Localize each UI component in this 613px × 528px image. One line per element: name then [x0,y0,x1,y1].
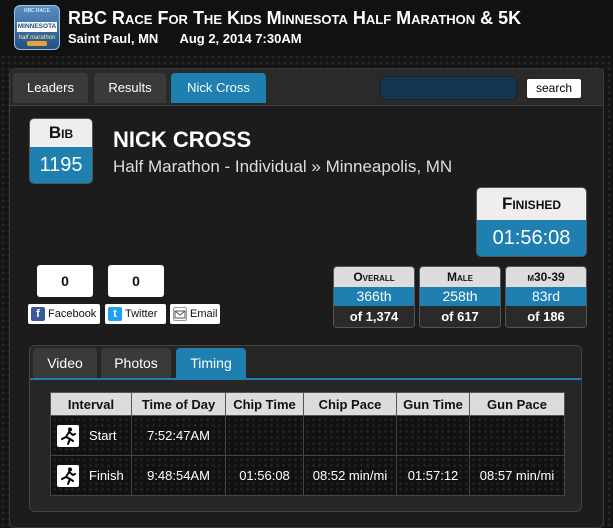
rank-age-group-total: of 186 [506,306,586,327]
rank-male-total: of 617 [420,306,500,327]
interval-label: Start [89,428,117,443]
timing-header-row: Interval Time of Day Chip Time Chip Pace… [50,392,565,416]
gun-time-cell [396,415,470,456]
finished-label: Finished [477,188,586,220]
interval-cell: Finish [50,455,132,496]
email-share-button[interactable]: Email [170,304,220,324]
search-input[interactable] [380,76,517,100]
bib-number: 1195 [30,147,92,183]
tab-leaders[interactable]: Leaders [13,73,88,103]
table-row: Finish 9:48:54AM 01:56:08 08:52 min/mi 0… [50,455,565,496]
facebook-share-label: Facebook [48,308,97,320]
tab-results[interactable]: Results [94,73,166,103]
twitter-icon: t [108,307,122,321]
rank-age-group-label: m30-39 [506,267,586,287]
finished-box: Finished 01:56:08 [476,187,587,257]
search-button[interactable]: search [527,79,581,98]
rank-age-group-place: 83rd [506,287,586,306]
chip-pace-cell: 08:52 min/mi [303,455,397,496]
facebook-icon: f [31,307,45,321]
tab-photos[interactable]: Photos [101,348,171,378]
rank-age-group: m30-39 83rd of 186 [505,266,587,328]
col-gun-pace: Gun Pace [469,392,565,416]
rank-overall-place: 366th [334,287,414,306]
logo-text-main: MINNESOTA [17,22,57,32]
runner-icon [57,464,79,487]
tab-video[interactable]: Video [33,348,97,378]
race-location: Saint Paul, MN [68,31,159,46]
chip-time-cell [225,415,304,456]
timing-table: Interval Time of Day Chip Time Chip Pace… [50,392,565,496]
athlete-name: NICK CROSS [113,127,252,152]
chip-time-cell: 01:56:08 [225,455,304,496]
email-icon [173,307,187,321]
rank-overall-label: Overall [334,267,414,287]
time-of-day-cell: 7:52:47AM [131,415,226,456]
col-interval: Interval [50,392,132,416]
col-chip-pace: Chip Pace [303,392,397,416]
tab-nick-cross[interactable]: Nick Cross [171,73,266,103]
interval-cell: Start [50,415,132,456]
interval-label: Finish [89,468,124,483]
gun-pace-cell: 08:57 min/mi [469,455,565,496]
runner-icon [57,424,79,447]
rank-overall: Overall 366th of 1,374 [333,266,415,328]
logo-text-top: RBC RACE [24,8,50,14]
col-time-of-day: Time of Day [131,392,226,416]
rank-overall-total: of 1,374 [334,306,414,327]
bib-box: Bib 1195 [29,118,93,184]
race-division: Half Marathon - Individual » Minneapolis… [113,157,453,176]
rank-male-place: 258th [420,287,500,306]
finish-time: 01:56:08 [477,220,586,256]
col-chip-time: Chip Time [225,392,304,416]
race-logo[interactable]: RBC RACE MINNESOTA half marathon [14,5,60,50]
gun-pace-cell [469,415,565,456]
race-subtitle: Saint Paul, MN Aug 2, 2014 7:30AM [68,31,320,46]
twitter-count: 0 [108,265,164,297]
facebook-share-button[interactable]: f Facebook [28,304,100,324]
rank-male-label: Male [420,267,500,287]
facebook-count: 0 [37,265,93,297]
bib-label: Bib [30,119,92,147]
table-row: Start 7:52:47AM [50,415,565,456]
col-gun-time: Gun Time [396,392,470,416]
twitter-share-button[interactable]: t Twitter [105,304,166,324]
gun-time-cell: 01:57:12 [396,455,470,496]
chip-pace-cell [303,415,397,456]
twitter-share-label: Twitter [125,308,158,320]
email-share-label: Email [190,308,218,320]
race-datetime: Aug 2, 2014 7:30AM [179,31,302,46]
page-header: RBC RACE MINNESOTA half marathon RBC Rac… [0,0,613,56]
subtab-underline [30,378,581,380]
rank-male: Male 258th of 617 [419,266,501,328]
tab-timing[interactable]: Timing [176,348,246,378]
race-title: RBC Race For The Kids Minnesota Half Mar… [68,8,522,28]
logo-accent [27,41,47,46]
time-of-day-cell: 9:48:54AM [131,455,226,496]
